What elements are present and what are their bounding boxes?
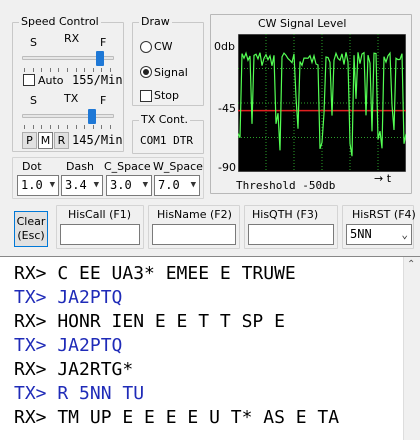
- slider-tick: [41, 68, 43, 72]
- mode-m-button[interactable]: M: [38, 132, 53, 149]
- tx-speed-value: 145/Min: [72, 133, 123, 147]
- his-call-label: HisCall (F1): [68, 208, 131, 221]
- slider-tick: [24, 125, 25, 129]
- y-label-top: 0db: [214, 40, 235, 53]
- log-line: RX> HONR IEN E E T T SP E: [14, 311, 285, 332]
- threshold-label: Threshold -50db: [236, 179, 336, 192]
- draw-title: Draw: [139, 15, 172, 28]
- slider-tick: [110, 125, 111, 129]
- slider-tick: [110, 68, 111, 72]
- his-rst-select[interactable]: 5NN ⌄: [346, 224, 412, 245]
- slider-tick: [75, 68, 77, 72]
- signal-level-title: CW Signal Level: [258, 17, 347, 30]
- tx-slider-ticks: [24, 125, 112, 129]
- his-rst-select-value: 5NN: [350, 227, 372, 241]
- clear-button-label: Clear: [16, 215, 46, 228]
- clear-button-shortcut: (Esc): [17, 229, 45, 242]
- wspace-label: W_Space: [153, 160, 203, 173]
- draw-signal-label: Signal: [154, 66, 188, 79]
- dot-select[interactable]: 1.0 ▼: [17, 175, 59, 196]
- log-line: RX> C EE UA3* EMEE E TRUWE: [14, 263, 296, 284]
- draw-signal-radio[interactable]: [140, 66, 152, 78]
- cspace-select-value: 3.0: [110, 178, 132, 192]
- mode-r-button[interactable]: R: [54, 132, 69, 149]
- wspace-select[interactable]: 7.0 ▼: [154, 175, 200, 196]
- chevron-down-icon: ▼: [190, 180, 196, 190]
- slider-tick: [92, 125, 94, 129]
- rx-speed-value: 155/Min: [72, 73, 123, 87]
- slider-tick: [58, 125, 60, 129]
- his-name-label: HisName (F2): [157, 208, 232, 221]
- rx-slider-ticks: [24, 68, 112, 72]
- stop-label: Stop: [154, 89, 180, 102]
- chevron-down-icon: ⌄: [401, 228, 408, 241]
- time-axis-label: → t: [374, 172, 392, 185]
- stop-checkbox[interactable]: [140, 90, 152, 102]
- tx-speed-slider-track: [22, 114, 114, 118]
- his-qth-input[interactable]: [248, 224, 334, 245]
- slider-tick: [32, 125, 34, 129]
- slider-tick: [24, 68, 25, 72]
- tx-s-label: S: [30, 94, 37, 107]
- rx-f-label: F: [100, 36, 107, 49]
- tx-port-value: COM1 DTR: [140, 134, 193, 147]
- chevron-down-icon: ▼: [93, 180, 99, 190]
- chevron-down-icon: ▼: [142, 180, 148, 190]
- log-line: TX> R 5NN TU: [14, 383, 145, 404]
- slider-tick: [75, 125, 77, 129]
- y-label-bottom: -90: [218, 161, 236, 174]
- his-rst-label: HisRST (F4): [352, 208, 416, 221]
- tx-cont-title: TX Cont.: [139, 113, 190, 126]
- log-scrollbar[interactable]: ⌃: [403, 257, 420, 440]
- slider-tick: [49, 125, 51, 129]
- draw-cw-radio[interactable]: [140, 41, 152, 53]
- slider-tick: [101, 68, 103, 72]
- his-qth-label: HisQTH (F3): [252, 208, 319, 221]
- dot-select-value: 1.0: [21, 178, 43, 192]
- cspace-select[interactable]: 3.0 ▼: [106, 175, 152, 196]
- slider-tick: [84, 68, 86, 72]
- log-line: RX> TM UP E E E E U T* AS E TA: [14, 407, 340, 428]
- dash-label: Dash: [66, 160, 94, 173]
- slider-tick: [67, 125, 68, 129]
- rx-label: RX: [64, 32, 80, 45]
- wspace-select-value: 7.0: [158, 178, 180, 192]
- auto-checkbox[interactable]: [23, 74, 35, 86]
- qso-log[interactable]: RX> C EE UA3* EMEE E TRUWE TX> JA2PTQ RX…: [0, 256, 420, 440]
- tx-label: TX: [64, 92, 79, 105]
- rx-speed-slider[interactable]: [95, 51, 104, 66]
- auto-label: Auto: [38, 74, 64, 87]
- log-line: RX> JA2RTG*: [14, 359, 134, 380]
- slider-tick: [92, 68, 94, 72]
- slider-tick: [32, 68, 34, 72]
- dash-select[interactable]: 3.4 ▼: [61, 175, 103, 196]
- rx-s-label: S: [30, 36, 37, 49]
- speed-control-title: Speed Control: [19, 15, 101, 28]
- slider-tick: [41, 125, 43, 129]
- slider-tick: [101, 125, 103, 129]
- tx-speed-slider[interactable]: [87, 109, 96, 124]
- signal-level-plot: [238, 34, 406, 172]
- his-name-input[interactable]: [152, 224, 236, 245]
- slider-tick: [49, 68, 51, 72]
- chevron-down-icon: ▼: [49, 180, 55, 190]
- chevron-up-icon[interactable]: ⌃: [407, 259, 415, 270]
- mode-p-button[interactable]: P: [22, 132, 37, 149]
- log-line: TX> JA2PTQ: [14, 287, 123, 308]
- y-label-mid: -45: [218, 102, 236, 115]
- tx-f-label: F: [100, 94, 107, 107]
- cspace-label: C_Space: [104, 160, 151, 173]
- slider-tick: [58, 68, 60, 72]
- slider-tick: [84, 125, 86, 129]
- log-line: TX> JA2PTQ: [14, 335, 123, 356]
- slider-tick: [67, 68, 68, 72]
- his-call-input[interactable]: [60, 224, 140, 245]
- dash-select-value: 3.4: [65, 178, 87, 192]
- dot-label: Dot: [22, 160, 42, 173]
- draw-cw-label: CW: [154, 40, 173, 53]
- clear-button[interactable]: Clear (Esc): [14, 211, 48, 247]
